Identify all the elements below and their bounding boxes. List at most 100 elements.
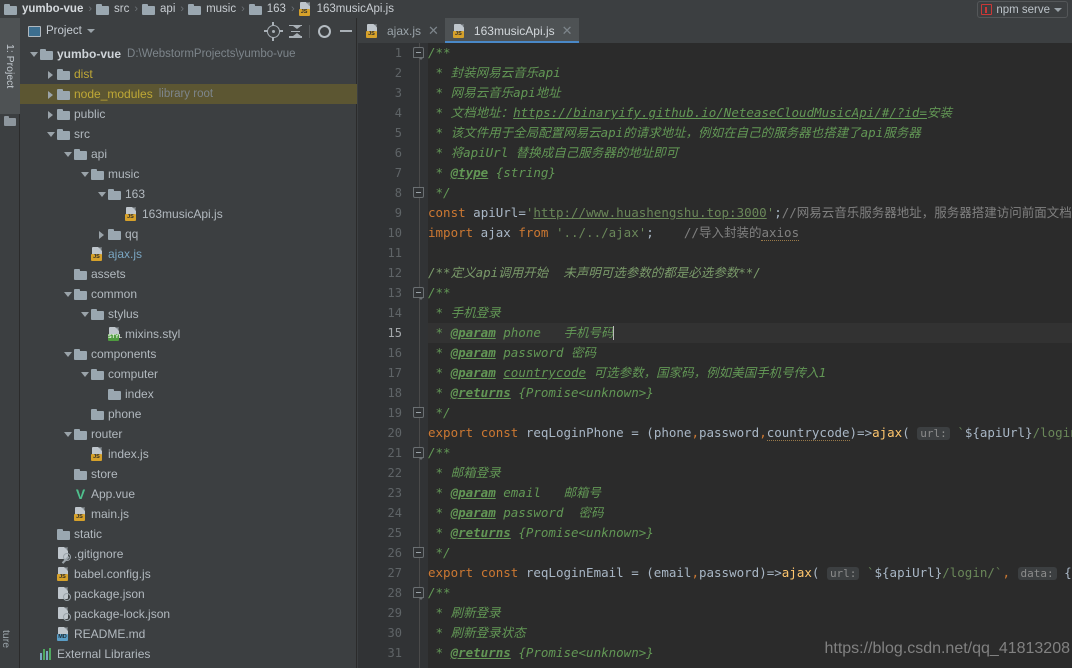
tree-item[interactable]: JS babel.config.js — [20, 564, 357, 584]
tree-expand-arrow-icon[interactable] — [96, 324, 108, 344]
tree-expand-arrow-icon[interactable] — [45, 564, 57, 584]
tree-expand-arrow-icon[interactable] — [79, 164, 91, 184]
run-configuration-selector[interactable]: npm serve — [977, 1, 1068, 18]
tree-item[interactable]: components — [20, 344, 357, 364]
code-line[interactable] — [428, 243, 1072, 263]
tree-item[interactable]: index — [20, 384, 357, 404]
tree-item[interactable]: assets — [20, 264, 357, 284]
breadcrumb-item-yumbo-vue[interactable]: yumbo-vue — [4, 0, 84, 18]
tree-item[interactable]: MD README.md — [20, 624, 357, 644]
hide-panel-button[interactable] — [335, 20, 357, 42]
code-line[interactable]: * 将apiUrl 替换成自己服务器的地址即可 — [428, 143, 1072, 163]
code-line[interactable]: * @param countrycode 可选参数，国家码，例如美国手机号传入1 — [428, 363, 1072, 383]
tree-item[interactable]: JS main.js — [20, 504, 357, 524]
collapse-all-button[interactable] — [284, 20, 306, 42]
code-line[interactable]: /** — [428, 43, 1072, 63]
tree-expand-arrow-icon[interactable] — [113, 204, 125, 224]
tree-item[interactable]: yumbo-vue D:\WebstormProjects\yumbo-vue — [20, 44, 357, 64]
close-icon[interactable]: ✕ — [562, 24, 573, 37]
tree-item[interactable]: JS 163musicApi.js — [20, 204, 357, 224]
code-line[interactable]: const apiUrl='http://www.huashengshu.top… — [428, 203, 1072, 223]
tree-expand-arrow-icon[interactable] — [45, 104, 57, 124]
tree-expand-arrow-icon[interactable] — [62, 424, 74, 444]
code-line[interactable]: * @param password 密码 — [428, 503, 1072, 523]
tree-item[interactable]: stylus — [20, 304, 357, 324]
tree-item[interactable]: static — [20, 524, 357, 544]
tree-item[interactable]: store — [20, 464, 357, 484]
code-editor[interactable]: 1 2 3 4 5 6 7 8 9 10 11 12 13 14 15 16 17 18 19 20 21 22 23 24 2… — [358, 43, 1072, 668]
code-line[interactable]: */ — [428, 403, 1072, 423]
code-line[interactable]: * @param password 密码 — [428, 343, 1072, 363]
tree-item[interactable]: JS ajax.js — [20, 244, 357, 264]
tree-item[interactable]: STYL mixins.styl — [20, 324, 357, 344]
tree-item[interactable]: src — [20, 124, 357, 144]
code-line[interactable]: * @returns {Promise<unknown>} — [428, 643, 1072, 663]
tree-expand-arrow-icon[interactable] — [96, 224, 108, 244]
tree-expand-arrow-icon[interactable] — [45, 64, 57, 84]
code-line[interactable]: * 邮箱登录 — [428, 463, 1072, 483]
tree-expand-arrow-icon[interactable] — [62, 504, 74, 524]
tree-item[interactable]: api — [20, 144, 357, 164]
breadcrumb-item-api[interactable]: api — [142, 0, 176, 18]
code-line[interactable]: export const reqLoginPhone = (phone,pass… — [428, 423, 1072, 443]
tree-item[interactable]: computer — [20, 364, 357, 384]
code-line[interactable]: * 刷新登录状态 — [428, 623, 1072, 643]
locate-file-button[interactable] — [262, 20, 284, 42]
tree-item[interactable]: .gitignore — [20, 544, 357, 564]
tree-expand-arrow-icon[interactable] — [62, 144, 74, 164]
tree-item[interactable]: router — [20, 424, 357, 444]
code-line[interactable]: */ — [428, 543, 1072, 563]
tree-expand-arrow-icon[interactable] — [79, 304, 91, 324]
code-line[interactable]: * @param email 邮箱号 — [428, 483, 1072, 503]
tree-expand-arrow-icon[interactable] — [62, 284, 74, 304]
tree-item[interactable]: qq — [20, 224, 357, 244]
tree-item[interactable]: package-lock.json — [20, 604, 357, 624]
code-content[interactable]: /** * 封装网易云音乐api * 网易云音乐api地址 * 文档地址：htt… — [428, 43, 1072, 668]
tree-expand-arrow-icon[interactable] — [28, 44, 40, 64]
tree-item[interactable]: V App.vue — [20, 484, 357, 504]
close-icon[interactable]: ✕ — [428, 24, 439, 37]
settings-button[interactable] — [313, 20, 335, 42]
code-line[interactable]: * 刷新登录 — [428, 603, 1072, 623]
breadcrumb-item-163musicapi[interactable]: JS 163musicApi.js — [298, 0, 395, 18]
tree-expand-arrow-icon[interactable] — [62, 264, 74, 284]
project-file-tree[interactable]: yumbo-vue D:\WebstormProjects\yumbo-vue di… — [20, 44, 357, 668]
tree-expand-arrow-icon[interactable] — [96, 384, 108, 404]
tree-expand-arrow-icon[interactable] — [45, 524, 57, 544]
tree-expand-arrow-icon[interactable] — [28, 644, 40, 664]
tree-expand-arrow-icon[interactable] — [96, 184, 108, 204]
code-line[interactable]: /**定义api调用开始 未声明可选参数的都是必选参数**/ — [428, 263, 1072, 283]
tree-expand-arrow-icon[interactable] — [62, 484, 74, 504]
tree-expand-arrow-icon[interactable] — [45, 84, 57, 104]
code-line[interactable]: /** — [428, 583, 1072, 603]
code-line[interactable]: */ — [428, 183, 1072, 203]
code-line[interactable]: * 文档地址：https://binaryify.github.io/Netea… — [428, 103, 1072, 123]
tree-item[interactable]: 163 — [20, 184, 357, 204]
tree-expand-arrow-icon[interactable] — [79, 244, 91, 264]
chevron-down-icon[interactable] — [86, 29, 95, 33]
tree-item[interactable]: public — [20, 104, 357, 124]
tree-item[interactable]: package.json — [20, 584, 357, 604]
fold-toggle-icon[interactable] — [413, 547, 424, 558]
tree-item[interactable]: JS index.js — [20, 444, 357, 464]
project-panel-title[interactable]: Project — [46, 25, 82, 37]
fold-toggle-icon[interactable] — [413, 407, 424, 418]
code-line[interactable]: * 网易云音乐api地址 — [428, 83, 1072, 103]
code-line[interactable]: /** — [428, 283, 1072, 303]
code-line[interactable]: * @param phone 手机号码 — [428, 323, 1072, 343]
tree-expand-arrow-icon[interactable] — [62, 344, 74, 364]
tree-expand-arrow-icon[interactable] — [79, 444, 91, 464]
code-line[interactable]: * @returns {Promise<unknown>} — [428, 383, 1072, 403]
breadcrumb-item-src[interactable]: src — [96, 0, 130, 18]
code-line[interactable]: import ajax from '../../ajax'; //导入封装的ax… — [428, 223, 1072, 243]
tree-expand-arrow-icon[interactable] — [79, 404, 91, 424]
code-line[interactable]: export const reqLoginEmail = (email,pass… — [428, 563, 1072, 583]
editor-tab-163musicapi-js[interactable]: JS 163musicApi.js ✕ — [444, 18, 579, 43]
tree-item[interactable]: music — [20, 164, 357, 184]
fold-toggle-icon[interactable] — [413, 447, 424, 460]
breadcrumb-item-music[interactable]: music — [188, 0, 237, 18]
code-line[interactable]: * @type {string} — [428, 163, 1072, 183]
tree-expand-arrow-icon[interactable] — [45, 604, 57, 624]
fold-toggle-icon[interactable] — [413, 587, 424, 600]
code-line[interactable]: * 该文件用于全局配置网易云api的请求地址，例如在自己的服务器也搭建了api服… — [428, 123, 1072, 143]
